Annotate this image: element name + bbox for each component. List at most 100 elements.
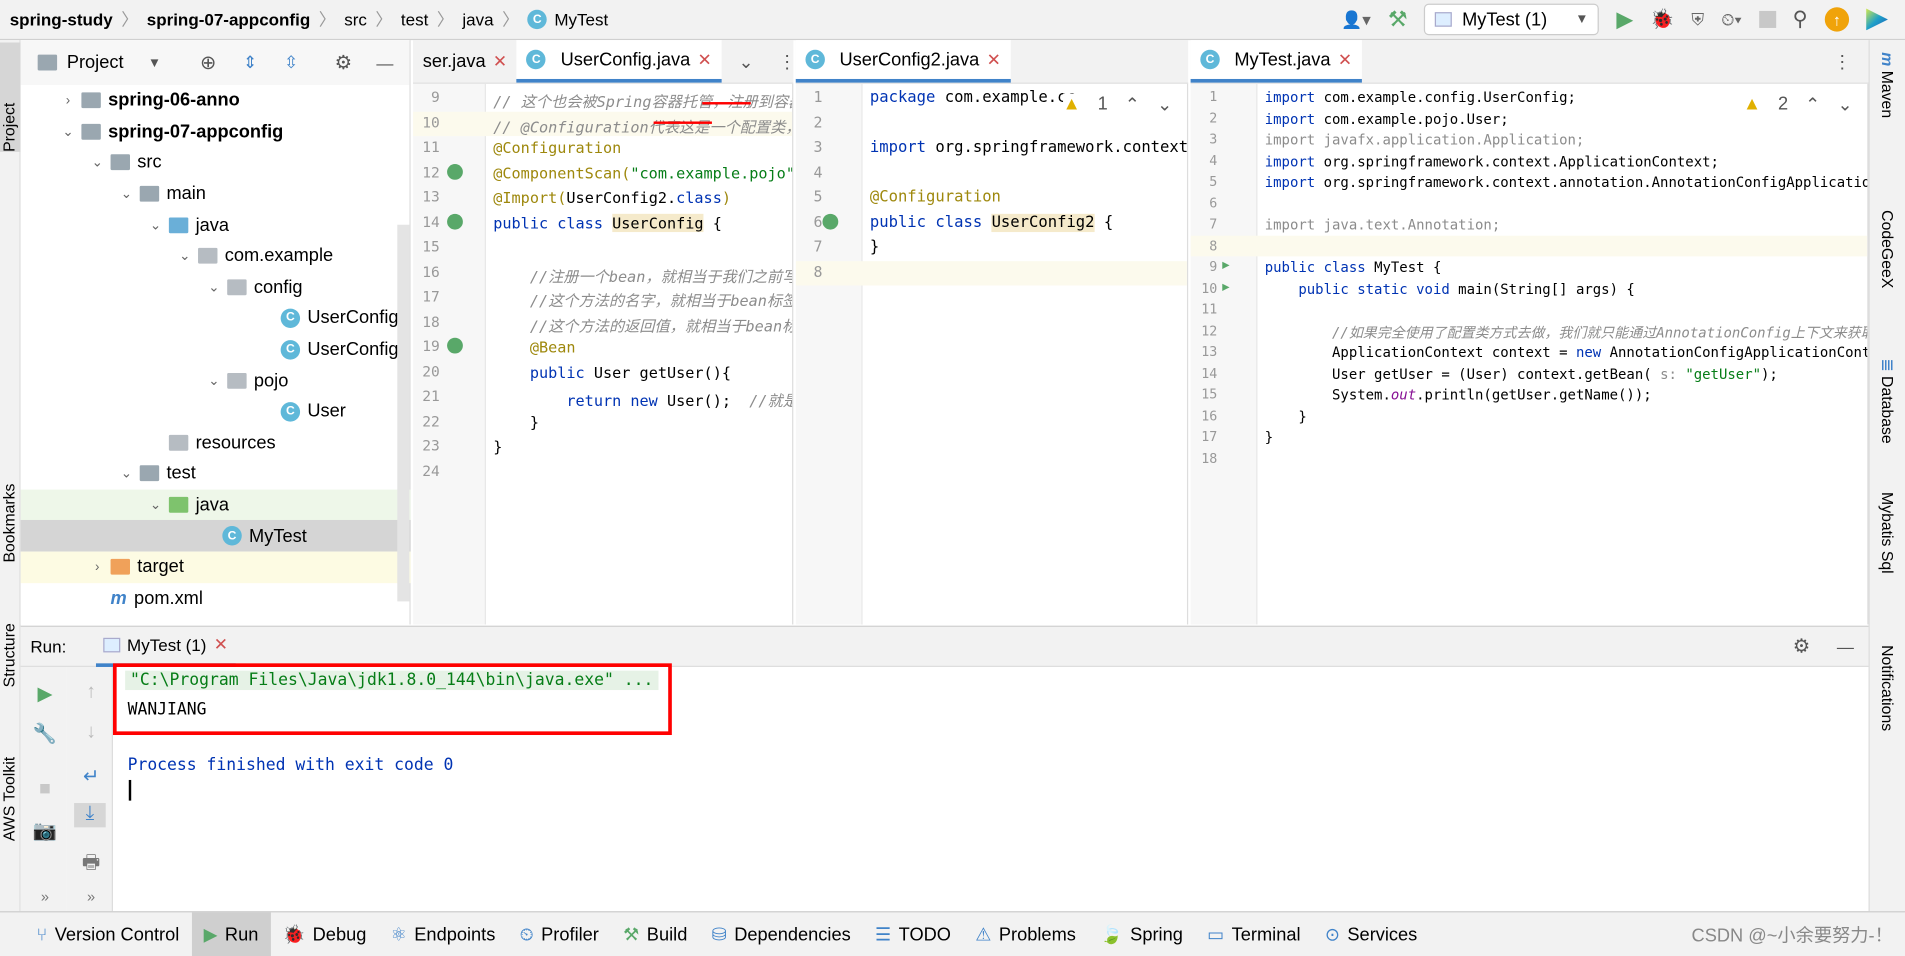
print-icon[interactable]: 🖶 (79, 849, 103, 874)
debug-icon[interactable]: 🐞 (1650, 7, 1674, 31)
expand-arrow-icon[interactable]: ⌄ (89, 155, 106, 171)
user-icon[interactable]: 👤▾ (1341, 9, 1371, 30)
stripe-aws-toolkit[interactable]: AWS Toolkit (0, 757, 21, 841)
more-icon[interactable]: » (33, 888, 57, 912)
tool-window-run[interactable]: ▶ Run (191, 912, 271, 956)
tool-window-todo[interactable]: ☰ TODO (863, 912, 963, 956)
tool-window-profiler[interactable]: ⏲ Profiler (507, 912, 611, 956)
gear-icon[interactable]: ⚙ (1793, 634, 1810, 658)
expand-arrow-icon[interactable]: › (60, 93, 77, 108)
run-gutter-icon[interactable]: ▶ (1222, 280, 1229, 293)
tree-item[interactable]: ⌄ config (21, 272, 411, 303)
project-scrollbar[interactable] (397, 224, 410, 602)
stripe-bookmarks[interactable]: Bookmarks (0, 484, 21, 563)
spring-bean-icon[interactable] (447, 163, 463, 180)
tree-item[interactable]: m pom.xml (21, 583, 411, 614)
stripe-mybatis-sql[interactable]: Mybatis Sql (1878, 492, 1896, 574)
profiler-icon[interactable]: ⏲▾ (1721, 9, 1741, 30)
stripe-codegeex[interactable]: CodeGeeX (1878, 210, 1896, 288)
breadcrumb-item[interactable]: C MyTest (523, 9, 613, 30)
tree-item[interactable]: ⌄ pojo (21, 365, 411, 396)
run-tab[interactable]: MyTest (1) ✕ (95, 626, 236, 667)
expand-all-icon[interactable]: ⇕ (243, 52, 257, 73)
expand-arrow-icon[interactable]: ⌄ (147, 217, 164, 233)
search-icon[interactable]: ⚲ (1793, 7, 1808, 31)
close-tab-icon[interactable]: ✕ (1338, 49, 1352, 70)
collapse-all-icon[interactable]: ⇳ (284, 52, 298, 73)
tree-item[interactable]: › spring-06-anno (21, 85, 411, 116)
tool-window-dependencies[interactable]: ⛁ Dependencies (699, 912, 862, 956)
inspection-widget[interactable]: ▲ 1 ⌃ ⌄ (1062, 93, 1173, 116)
minimize-icon[interactable]: — (1837, 637, 1854, 656)
tool-window-problems[interactable]: ⚠ Problems (963, 912, 1088, 956)
stop-icon[interactable] (1758, 10, 1776, 28)
breadcrumb-item[interactable]: src (339, 10, 371, 29)
build-hammer-icon[interactable]: ⚒ (1388, 7, 1408, 33)
editor-tab[interactable]: C MyTest.java ✕ (1190, 40, 1362, 83)
tree-item[interactable]: C User (21, 396, 411, 427)
run-gutter-icon[interactable]: ▶ (1222, 259, 1229, 272)
tree-item[interactable]: resources (21, 427, 411, 458)
more-icon[interactable]: » (79, 888, 103, 912)
expand-arrow-icon[interactable]: › (89, 560, 106, 575)
code-editor[interactable]: 9 // 这个也会被Spring容器托管，注册到容器中 10 // @Configur… (413, 83, 794, 625)
editor-tab[interactable]: C UserConfig.java ✕ (516, 40, 722, 83)
locate-icon[interactable]: ⊕ (200, 50, 216, 74)
expand-arrow-icon[interactable]: ⌄ (205, 279, 222, 296)
tree-item[interactable]: ⌄ test (21, 458, 411, 489)
expand-arrow-icon[interactable]: ⌄ (60, 124, 77, 140)
tree-item[interactable]: ⌄ src (21, 147, 411, 178)
chevron-up-icon[interactable]: ⌃ (1805, 94, 1820, 116)
run-config-select[interactable]: MyTest (1) ▼ (1424, 3, 1600, 36)
stripe-structure[interactable]: Structure (0, 623, 21, 687)
stripe-notifications[interactable]: Notifications (1878, 645, 1896, 731)
tool-window-endpoints[interactable]: ⚛ Endpoints (378, 912, 507, 956)
chevron-down-icon[interactable]: ▼ (148, 55, 161, 70)
camera-icon[interactable]: 📷 (33, 819, 57, 843)
codegeex-logo-icon[interactable] (1866, 8, 1888, 31)
breadcrumb-item[interactable]: spring-study (5, 10, 118, 29)
tree-item[interactable]: ⌄ com.example (21, 241, 411, 272)
code-editor[interactable]: 1 import com.example.config.UserConfig; 2 i… (1190, 83, 1869, 625)
wrench-icon[interactable]: 🔧 (33, 722, 57, 746)
tree-item[interactable]: › target (20, 551, 411, 583)
chevron-up-icon[interactable]: ⌃ (1125, 94, 1140, 116)
tool-window-services[interactable]: ⊙ Services (1313, 912, 1430, 956)
tool-window-build[interactable]: ⚒ Build (611, 912, 699, 956)
more-icon[interactable]: ⋮ (778, 50, 796, 73)
soft-wrap-icon[interactable]: ↵ (79, 764, 103, 788)
expand-arrow-icon[interactable]: ⌄ (176, 248, 193, 264)
arrow-up-icon[interactable]: ↑ (79, 682, 103, 706)
tree-item[interactable]: ⌄ main (21, 178, 411, 209)
stripe-maven[interactable]: m Maven (1878, 52, 1896, 118)
update-icon[interactable]: ↑ (1824, 7, 1850, 32)
close-tab-icon[interactable]: ✕ (493, 51, 507, 72)
chevron-down-icon[interactable]: ⌄ (1837, 94, 1852, 116)
tree-item[interactable]: ⌄ spring-07-appconfig (21, 116, 411, 147)
spring-bean-icon[interactable] (447, 213, 463, 230)
expand-arrow-icon[interactable]: ⌄ (205, 373, 222, 389)
console-output[interactable]: "C:\Program Files\Java\jdk1.8.0_144\bin\… (112, 663, 1869, 911)
stop-icon[interactable]: ■ (33, 779, 57, 803)
close-tab-icon[interactable]: ✕ (698, 49, 712, 70)
stripe-database[interactable]: ≣ Database (1878, 358, 1896, 443)
breadcrumb-item[interactable]: spring-07-appconfig (142, 10, 315, 29)
tool-window-terminal[interactable]: ▭ Terminal (1195, 912, 1313, 956)
tool-window-debug[interactable]: 🐞 Debug (271, 912, 379, 956)
chevron-down-icon[interactable]: ⌄ (739, 50, 754, 73)
tree-item[interactable]: ⌄ java (21, 209, 411, 240)
tree-item[interactable]: C UserConfig (21, 303, 411, 334)
tree-item[interactable]: C MyTest (20, 520, 411, 552)
breadcrumb-item[interactable]: test (396, 10, 433, 29)
gear-icon[interactable]: ⚙ (335, 50, 352, 74)
tree-item[interactable]: ⌄ java (20, 489, 411, 521)
expand-arrow-icon[interactable]: ⌄ (118, 186, 135, 202)
stripe-project[interactable]: Project (0, 42, 21, 152)
editor-tab[interactable]: C UserConfig2.java ✕ (795, 40, 1011, 83)
spring-bean-icon[interactable] (822, 213, 839, 230)
breadcrumb-item[interactable]: java (458, 10, 499, 29)
inspection-widget[interactable]: ▲ 2 ⌃ ⌄ (1742, 93, 1853, 116)
coverage-icon[interactable]: ⛨ (1691, 9, 1704, 30)
close-icon[interactable]: ✕ (214, 634, 228, 655)
expand-arrow-icon[interactable]: ⌄ (147, 497, 164, 513)
